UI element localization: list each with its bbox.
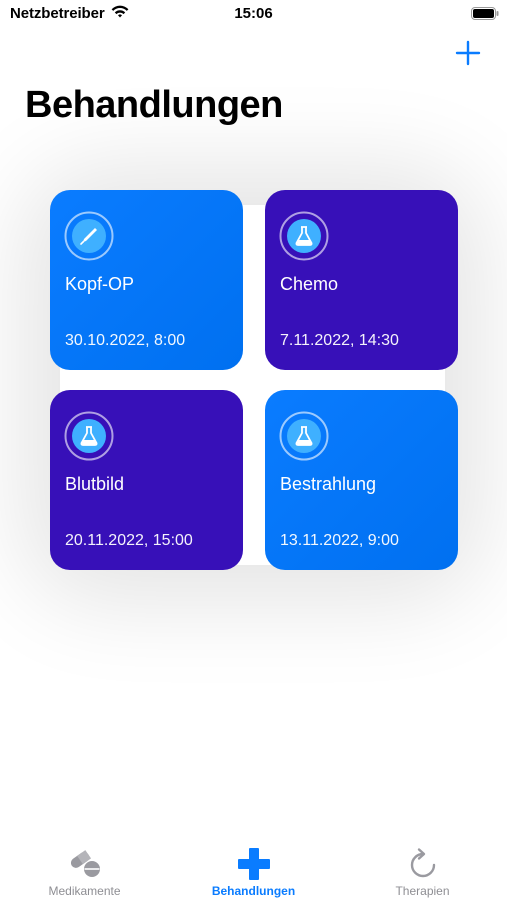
plus-icon bbox=[455, 40, 481, 66]
tab-bar: Medikamente Behandlungen Therapien bbox=[0, 830, 507, 900]
scalpel-icon bbox=[64, 211, 114, 261]
tab-label: Therapien bbox=[395, 884, 450, 898]
tab-label: Medikamente bbox=[48, 884, 121, 898]
flask-icon bbox=[279, 411, 329, 461]
battery-icon bbox=[471, 7, 499, 20]
treatment-card[interactable]: Kopf-OP 30.10.2022, 8:00 bbox=[50, 190, 243, 370]
clock: 15:06 bbox=[234, 5, 273, 22]
treatment-date: 13.11.2022, 9:00 bbox=[280, 532, 399, 549]
treatment-date: 20.11.2022, 15:00 bbox=[65, 532, 193, 549]
tab-behandlungen[interactable]: Behandlungen bbox=[169, 830, 338, 900]
treatment-card[interactable]: Bestrahlung 13.11.2022, 9:00 bbox=[265, 390, 458, 570]
tab-medikamente[interactable]: Medikamente bbox=[0, 830, 169, 900]
treatment-title: Chemo bbox=[280, 274, 339, 294]
add-treatment-button[interactable] bbox=[455, 40, 481, 66]
treatment-title: Kopf-OP bbox=[65, 274, 135, 294]
refresh-icon bbox=[410, 848, 436, 878]
treatment-title: Blutbild bbox=[65, 474, 125, 494]
pills-icon bbox=[70, 850, 100, 877]
tab-therapien[interactable]: Therapien bbox=[338, 830, 507, 900]
page-title: Behandlungen bbox=[25, 84, 283, 126]
treatment-card[interactable]: Chemo 7.11.2022, 14:30 bbox=[265, 190, 458, 370]
flask-icon bbox=[64, 411, 114, 461]
treatment-title: Bestrahlung bbox=[280, 474, 377, 494]
medical-cross-icon bbox=[238, 848, 270, 880]
treatment-date: 30.10.2022, 8:00 bbox=[65, 332, 186, 349]
treatment-card[interactable]: Blutbild 20.11.2022, 15:00 bbox=[50, 390, 243, 570]
flask-icon bbox=[279, 211, 329, 261]
status-bar: Netzbetreiber 15:06 bbox=[0, 0, 507, 28]
tab-label: Behandlungen bbox=[211, 884, 296, 898]
treatment-date: 7.11.2022, 14:30 bbox=[280, 332, 399, 349]
